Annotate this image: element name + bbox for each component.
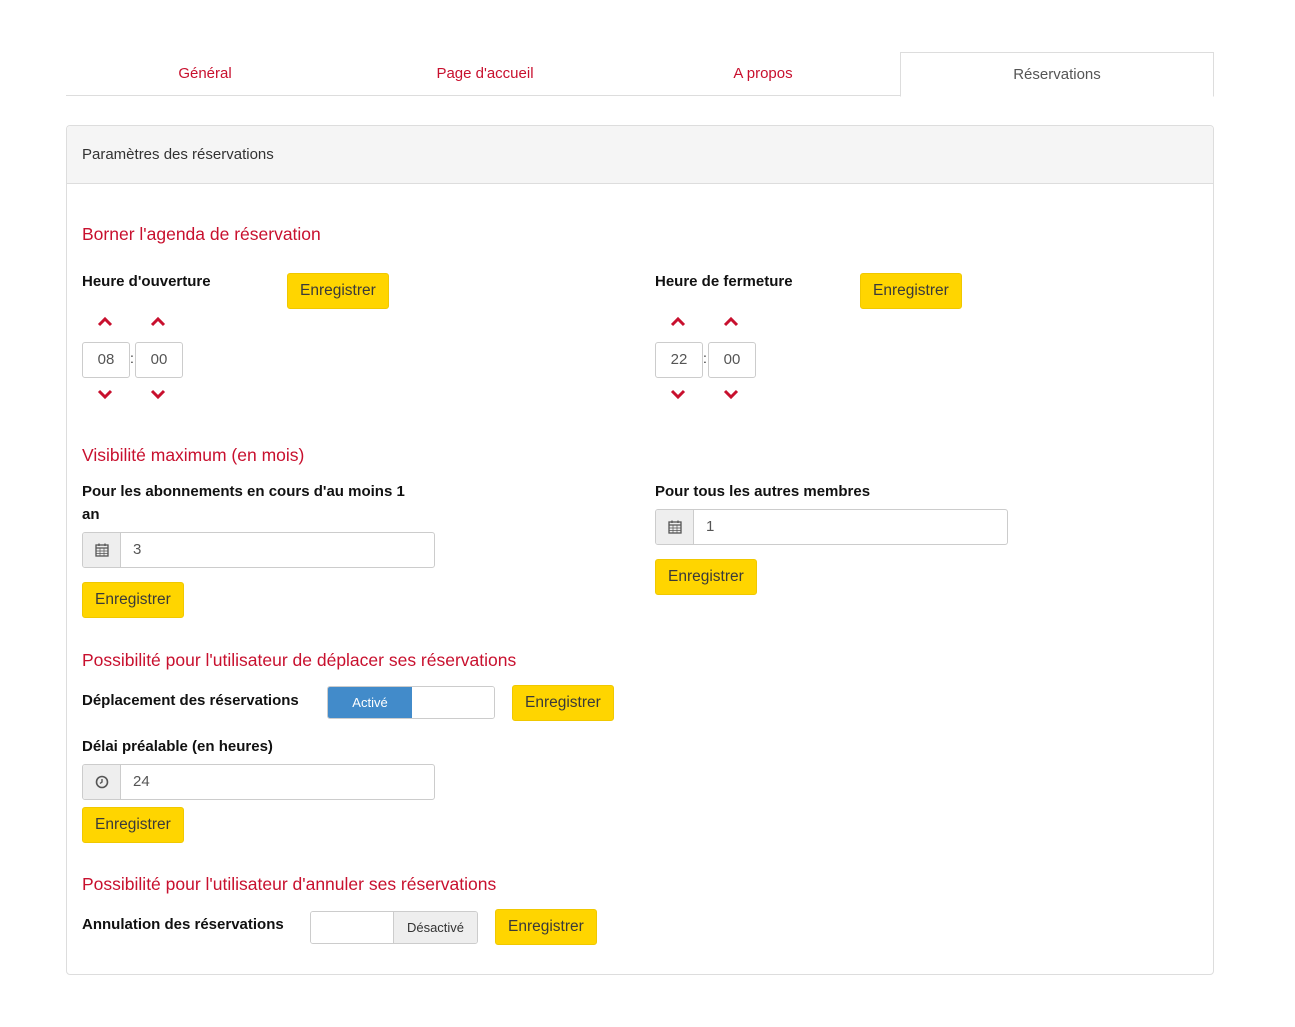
delay-input[interactable]: 24 — [82, 764, 435, 800]
opening-minute-input[interactable]: 00 — [135, 342, 183, 378]
subscribers-visibility-input[interactable]: 3 — [82, 532, 435, 568]
cancel-toggle-label: Annulation des réservations — [82, 916, 284, 933]
toggle-handle — [311, 912, 393, 943]
save-move-button[interactable]: Enregistrer — [512, 685, 614, 721]
save-cancel-button[interactable]: Enregistrer — [495, 909, 597, 945]
tab-reservations[interactable]: Réservations — [900, 52, 1214, 97]
time-separator: : — [703, 350, 707, 366]
cancel-toggle-switch[interactable]: Désactivé — [310, 911, 478, 944]
calendar-icon — [83, 533, 121, 567]
tab-general[interactable]: Général — [66, 52, 344, 96]
subscribers-visibility-label: Pour les abonnements en cours d'au moins… — [82, 483, 405, 500]
closing-minute-down-icon[interactable] — [722, 386, 740, 402]
opening-time-label: Heure d'ouverture — [82, 273, 211, 290]
toggle-off-label: Désactivé — [393, 912, 477, 943]
opening-hour-down-icon[interactable] — [96, 386, 114, 402]
toggle-on-label: Activé — [328, 687, 412, 718]
subscribers-visibility-label-cont: an — [82, 506, 100, 523]
section-title-visibility: Visibilité maximum (en mois) — [82, 445, 305, 465]
opening-hour-input[interactable]: 08 — [82, 342, 130, 378]
delay-value[interactable]: 24 — [121, 765, 434, 799]
section-title-move: Possibilité pour l'utilisateur de déplac… — [82, 650, 517, 670]
save-subscribers-visibility-button[interactable]: Enregistrer — [82, 582, 184, 618]
closing-minute-up-icon[interactable] — [722, 314, 740, 330]
save-delay-button[interactable]: Enregistrer — [82, 807, 184, 843]
closing-time-label: Heure de fermeture — [655, 273, 793, 290]
tab-a-propos[interactable]: A propos — [626, 52, 900, 96]
closing-minute-input[interactable]: 00 — [708, 342, 756, 378]
tab-page-accueil[interactable]: Page d'accueil — [344, 52, 626, 96]
move-toggle-switch[interactable]: Activé — [327, 686, 495, 719]
save-opening-button[interactable]: Enregistrer — [287, 273, 389, 309]
tab-bar: Général Page d'accueil A propos Réservat… — [66, 52, 1214, 97]
move-toggle-label: Déplacement des réservations — [82, 692, 299, 709]
time-separator: : — [130, 350, 134, 366]
closing-hour-down-icon[interactable] — [669, 386, 687, 402]
others-visibility-label: Pour tous les autres membres — [655, 483, 871, 500]
section-title-cancel: Possibilité pour l'utilisateur d'annuler… — [82, 874, 497, 894]
closing-hour-input[interactable]: 22 — [655, 342, 703, 378]
others-visibility-value[interactable]: 1 — [694, 510, 1007, 544]
save-closing-button[interactable]: Enregistrer — [860, 273, 962, 309]
calendar-icon — [656, 510, 694, 544]
opening-minute-down-icon[interactable] — [149, 386, 167, 402]
clock-icon — [83, 765, 121, 799]
section-title-agenda: Borner l'agenda de réservation — [82, 224, 321, 244]
toggle-handle — [412, 687, 494, 718]
others-visibility-input[interactable]: 1 — [655, 509, 1008, 545]
delay-label: Délai préalable (en heures) — [82, 738, 273, 755]
closing-hour-up-icon[interactable] — [669, 314, 687, 330]
panel-heading: Paramètres des réservations — [67, 126, 1213, 184]
opening-hour-up-icon[interactable] — [96, 314, 114, 330]
settings-panel: Paramètres des réservations Borner l'age… — [66, 125, 1214, 975]
opening-minute-up-icon[interactable] — [149, 314, 167, 330]
save-others-visibility-button[interactable]: Enregistrer — [655, 559, 757, 595]
subscribers-visibility-value[interactable]: 3 — [121, 533, 434, 567]
